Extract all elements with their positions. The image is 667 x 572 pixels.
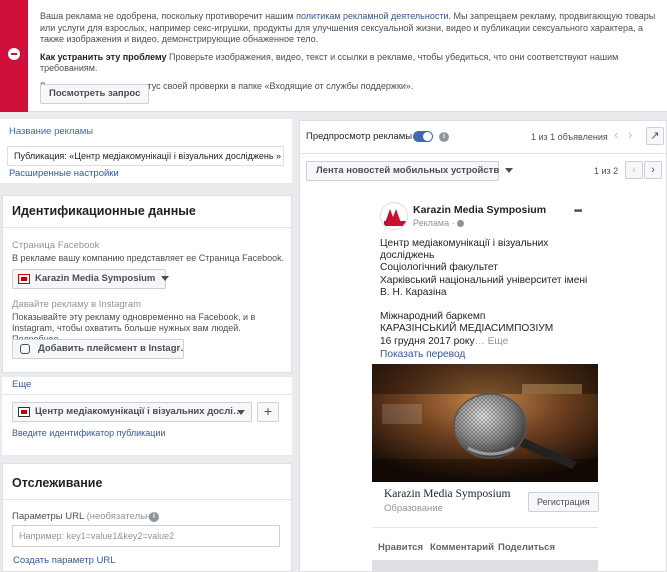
preview-divider: [300, 153, 666, 154]
fb-page-desc: В рекламе вашу компанию представляет ее …: [12, 253, 285, 263]
placement-select[interactable]: Лента новостей мобильных устройств: [306, 161, 514, 181]
microphone-photo: [372, 364, 598, 482]
page-avatar: [380, 202, 408, 230]
next-page-button[interactable]: ›: [644, 161, 662, 179]
see-more-link[interactable]: … Еще: [475, 336, 509, 347]
preview-label: Предпросмотр рекламы: [306, 131, 413, 142]
fb-page-value: Karazin Media Symposium: [35, 273, 156, 284]
fb-page-select[interactable]: Karazin Media Symposium: [12, 269, 170, 289]
tracking-card: Отслеживание Параметры URL (необязательн…: [2, 463, 292, 572]
identity-card: Идентификационные данные Страница Facebo…: [2, 195, 292, 373]
post-text: Центр медіакомунікації і візуальних досл…: [380, 238, 592, 361]
open-external-button[interactable]: ↗: [646, 127, 664, 145]
tracking-divider: [3, 499, 291, 500]
post-page-name[interactable]: Karazin Media Symposium: [413, 204, 546, 216]
instagram-label: Давайте рекламу в Instagram: [12, 299, 142, 310]
register-button[interactable]: Регистрация: [528, 492, 599, 512]
post-select-divider: [2, 394, 292, 395]
info-icon[interactable]: i: [439, 132, 449, 142]
ad-rejected-alert: Ваша реклама не одобрена, поскольку прот…: [0, 0, 667, 112]
globe-icon: [457, 220, 465, 228]
identity-divider: [3, 227, 291, 228]
external-link-icon: ↗: [650, 130, 660, 142]
chevron-down-icon: [161, 275, 170, 281]
build-url-param-link[interactable]: Создать параметр URL: [13, 555, 116, 566]
post-select-value: Центр медіакомунікації і візуальних досл…: [35, 406, 243, 417]
page-count: 1 из 2: [594, 166, 619, 176]
fb-page-label: Страница Facebook: [12, 240, 100, 251]
sponsored-label: Реклама ·: [413, 218, 465, 228]
ad-name-input[interactable]: Публикация: «Центр медіакомунікації і ві…: [7, 146, 284, 166]
ad-count: 1 из 1 объявления: [531, 132, 608, 142]
post-select-card: Еще Центр медіакомунікації і візуальних …: [2, 377, 292, 455]
prev-ad-icon[interactable]: ‹: [614, 127, 618, 142]
share-button[interactable]: Поделиться: [498, 542, 555, 553]
preview-toggle[interactable]: [413, 131, 433, 142]
post-link-footer[interactable]: Karazin Media Symposium Образование Реги…: [372, 482, 599, 528]
info-icon[interactable]: i: [149, 512, 159, 522]
url-params-input[interactable]: Например: key1=value1&key2=value2: [12, 525, 280, 547]
identity-title: Идентификационные данные: [12, 204, 196, 218]
alert-fix: Как устранить эту проблему Проверьте изо…: [40, 51, 619, 74]
comment-button[interactable]: Комментарий: [430, 542, 494, 553]
plus-icon: +: [263, 403, 273, 419]
chevron-right-icon: ›: [651, 164, 655, 176]
prev-page-button[interactable]: ‹: [625, 161, 643, 179]
placement-value: Лента новостей мобильных устройств: [316, 165, 500, 176]
show-translation-link[interactable]: Показать перевод: [380, 349, 592, 361]
page-logo-icon: [18, 274, 30, 284]
chevron-down-icon: [505, 167, 514, 173]
like-button[interactable]: Нравится: [378, 542, 423, 553]
ad-name-card: Название рекламы Публикация: «Центр меді…: [0, 119, 292, 183]
footer-title: Karazin Media Symposium: [384, 488, 511, 500]
ad-name-label: Название рекламы: [9, 126, 94, 137]
symposium-logo-icon: [382, 204, 407, 229]
next-ad-icon[interactable]: ›: [628, 127, 632, 142]
error-icon: [8, 48, 20, 60]
post-select[interactable]: Центр медіакомунікації і візуальних досл…: [12, 402, 252, 422]
policy-link[interactable]: политикам рекламной деятельности: [296, 11, 448, 21]
fix-title: Как устранить эту проблему: [40, 51, 167, 62]
alert-message: Ваша реклама не одобрена, поскольку прот…: [40, 11, 656, 44]
instagram-icon: [20, 344, 30, 354]
advanced-settings-link[interactable]: Расширенные настройки: [9, 168, 119, 179]
alert-stripe: [0, 0, 28, 112]
chevron-down-icon: [237, 410, 245, 415]
post-preview: Karazin Media Symposium Реклама · ••• Це…: [372, 192, 599, 572]
view-request-button[interactable]: Посмотреть запрос: [40, 84, 150, 104]
post-image: [372, 364, 598, 482]
post-id-link[interactable]: Введите идентификатор публикации: [12, 428, 165, 438]
add-post-button[interactable]: +: [257, 402, 279, 422]
add-instagram-button[interactable]: Добавить плейсмент в Instagr…: [12, 339, 184, 359]
tracking-title: Отслеживание: [12, 476, 103, 490]
next-post-strip: [372, 560, 598, 572]
chevron-left-icon: ‹: [632, 164, 636, 176]
footer-subtitle: Образование: [384, 503, 443, 514]
url-params-label: Параметры URL (необязательно): [12, 511, 159, 522]
more-options-icon[interactable]: •••: [574, 206, 582, 217]
post-logo-icon: [18, 407, 30, 417]
more-link[interactable]: Еще: [12, 379, 31, 390]
